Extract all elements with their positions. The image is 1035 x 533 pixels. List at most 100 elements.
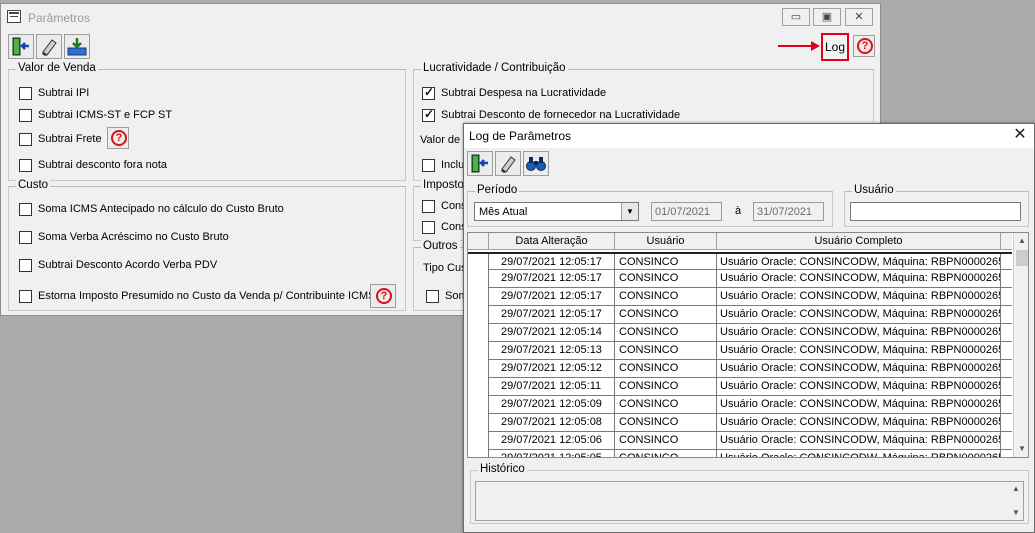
dialog-search-button[interactable] xyxy=(523,151,549,176)
date-to-field[interactable]: 31/07/2021 xyxy=(753,202,824,221)
table-row[interactable]: 29/07/2021 12:05:17 CONSINCO Usuário Oracl… xyxy=(468,306,1012,324)
close-button[interactable]: ✕ xyxy=(845,8,873,26)
group-legend: Usuário xyxy=(852,184,896,196)
checkbox-box[interactable] xyxy=(422,200,435,213)
column-header-usuario-completo[interactable]: Usuário Completo xyxy=(717,233,1001,250)
checkbox-box[interactable] xyxy=(19,133,32,146)
cell-data-alteracao: 29/07/2021 12:05:17 xyxy=(489,288,615,306)
dialog-clear-button[interactable] xyxy=(495,151,521,176)
dialog-exit-button[interactable] xyxy=(467,151,493,176)
table-row[interactable]: 29/07/2021 12:05:11 CONSINCO Usuário Oracl… xyxy=(468,378,1012,396)
cell-usuario: CONSINCO xyxy=(615,324,717,342)
maximize-button[interactable]: ▣ xyxy=(813,8,841,26)
usuario-input[interactable] xyxy=(850,202,1021,221)
periodo-select[interactable]: Mês Atual ▼ xyxy=(474,202,639,221)
historico-textarea[interactable]: ▲ ▼ xyxy=(475,481,1024,521)
table-row[interactable]: 29/07/2021 12:05:08 CONSINCO Usuário Oracl… xyxy=(468,414,1012,432)
row-indicator xyxy=(468,306,489,324)
scroll-thumb[interactable] xyxy=(1016,250,1028,266)
dialog-title-bar[interactable]: Log de Parâmetros ✕ xyxy=(464,124,1034,148)
scroll-up-icon[interactable]: ▲ xyxy=(1017,236,1027,246)
help-button-toolbar[interactable]: ? xyxy=(853,35,875,57)
checkbox-label: Soma Verba Acréscimo no Custo Bruto xyxy=(38,231,229,243)
cell-usuario: CONSINCO xyxy=(615,288,717,306)
historico-scrollbar[interactable]: ▲ ▼ xyxy=(1008,482,1023,520)
table-row[interactable]: 29/07/2021 12:05:13 CONSINCO Usuário Oracl… xyxy=(468,342,1012,360)
checkbox-label: Subtrai Despesa na Lucratividade xyxy=(441,87,607,99)
checkbox-box[interactable] xyxy=(19,259,32,272)
cell-usuario-completo: Usuário Oracle: CONSINCODW, Máquina: RBP… xyxy=(717,378,1001,396)
valor-label: Valor de xyxy=(420,134,461,146)
table-row[interactable]: 29/07/2021 12:05:05 CONSINCO Usuário Oracl… xyxy=(468,450,1012,457)
table-row[interactable]: 29/07/2021 12:05:17 CONSINCO Usuário Oracl… xyxy=(468,270,1012,288)
cell-usuario-completo: Usuário Oracle: CONSINCODW, Máquina: RBP… xyxy=(717,288,1001,306)
help-button-estorna[interactable]: ? xyxy=(370,284,396,308)
table-row[interactable]: 29/07/2021 12:05:17 CONSINCO Usuário Oracl… xyxy=(468,252,1012,272)
cell-usuario-completo: Usuário Oracle: CONSINCODW, Máquina: RBP… xyxy=(717,270,1001,288)
cell-usuario-completo: Usuário Oracle: CONSINCODW, Máquina: RBP… xyxy=(717,342,1001,360)
table-row[interactable]: 29/07/2021 12:05:09 CONSINCO Usuário Oracl… xyxy=(468,396,1012,414)
save-button[interactable] xyxy=(64,34,90,59)
scroll-down-icon[interactable]: ▼ xyxy=(1017,444,1027,454)
cell-data-alteracao: 29/07/2021 12:05:06 xyxy=(489,432,615,450)
group-custo: Custo Soma ICMS Antecipado no cálculo do… xyxy=(8,179,406,311)
row-indicator xyxy=(468,414,489,432)
log-grid[interactable]: Data Alteração Usuário Usuário Completo … xyxy=(467,232,1029,458)
table-row[interactable]: 29/07/2021 12:05:06 CONSINCO Usuário Oracl… xyxy=(468,432,1012,450)
checkbox-label: Soma ICMS Antecipado no cálculo do Custo… xyxy=(38,203,284,215)
checkbox-box[interactable] xyxy=(426,290,439,303)
checkbox-label: Estorna Imposto Presumido no Custo da Ve… xyxy=(38,290,376,302)
cell-usuario: CONSINCO xyxy=(615,306,717,324)
checkbox-box[interactable] xyxy=(422,85,435,100)
column-header-usuario[interactable]: Usuário xyxy=(615,233,717,250)
exit-door-icon xyxy=(12,37,29,56)
table-row[interactable]: 29/07/2021 12:05:12 CONSINCO Usuário Oracl… xyxy=(468,360,1012,378)
row-indicator xyxy=(468,324,489,342)
minimize-button[interactable]: ▭ xyxy=(782,8,810,26)
scroll-up-icon[interactable]: ▲ xyxy=(1011,484,1021,494)
cell-data-alteracao: 29/07/2021 12:05:14 xyxy=(489,324,615,342)
binoculars-icon xyxy=(526,157,546,171)
cell-usuario: CONSINCO xyxy=(615,342,717,360)
help-button-frete[interactable]: ? xyxy=(107,127,129,149)
clear-button[interactable] xyxy=(36,34,62,59)
checkbox-box[interactable] xyxy=(19,290,32,303)
app-window-icon xyxy=(7,10,21,23)
log-button[interactable]: Log xyxy=(821,33,849,61)
cell-usuario-completo: Usuário Oracle: CONSINCODW, Máquina: RBP… xyxy=(717,324,1001,342)
checkbox-label: Subtrai Frete xyxy=(38,133,102,145)
eraser-icon xyxy=(42,39,57,56)
exit-button[interactable] xyxy=(8,34,34,59)
chevron-down-icon[interactable]: ▼ xyxy=(621,203,638,220)
date-separator: à xyxy=(735,205,742,217)
group-legend: Outros xyxy=(421,240,460,252)
scroll-down-icon[interactable]: ▼ xyxy=(1011,508,1021,518)
group-legend: Período xyxy=(475,184,520,196)
row-indicator xyxy=(468,342,489,360)
grid-header: Data Alteração Usuário Usuário Completo xyxy=(468,233,1012,250)
checkbox-box[interactable] xyxy=(19,87,32,100)
grid-vertical-scrollbar[interactable]: ▲ ▼ xyxy=(1013,233,1028,457)
group-legend: Custo xyxy=(16,179,51,191)
title-bar[interactable]: Parâmetros ▭ ▣ ✕ xyxy=(1,4,880,30)
column-header-data-alteracao[interactable]: Data Alteração xyxy=(489,233,615,250)
group-periodo: Período Mês Atual ▼ 01/07/2021 à 31/07/2… xyxy=(467,184,833,227)
table-row[interactable]: 29/07/2021 12:05:14 CONSINCO Usuário Oracl… xyxy=(468,324,1012,342)
checkbox-label: Subtrai ICMS-ST e FCP ST xyxy=(38,109,173,121)
group-legend: Histórico xyxy=(478,463,527,475)
checkbox-box[interactable] xyxy=(422,221,435,234)
date-from-field[interactable]: 01/07/2021 xyxy=(651,202,722,221)
dialog-close-button[interactable]: ✕ xyxy=(1011,127,1029,145)
checkbox-box[interactable] xyxy=(19,231,32,244)
cell-data-alteracao: 29/07/2021 12:05:12 xyxy=(489,360,615,378)
checkbox-box[interactable] xyxy=(19,159,32,172)
cell-data-alteracao: 29/07/2021 12:05:11 xyxy=(489,378,615,396)
row-indicator xyxy=(468,396,489,414)
checkbox-box[interactable] xyxy=(422,107,435,122)
cell-usuario: CONSINCO xyxy=(615,378,717,396)
table-row[interactable]: 29/07/2021 12:05:17 CONSINCO Usuário Oracl… xyxy=(468,288,1012,306)
checkbox-box[interactable] xyxy=(19,203,32,216)
checkbox-box[interactable] xyxy=(19,109,32,122)
checkbox-box[interactable] xyxy=(422,159,435,172)
group-legend: Valor de Venda xyxy=(16,62,98,74)
